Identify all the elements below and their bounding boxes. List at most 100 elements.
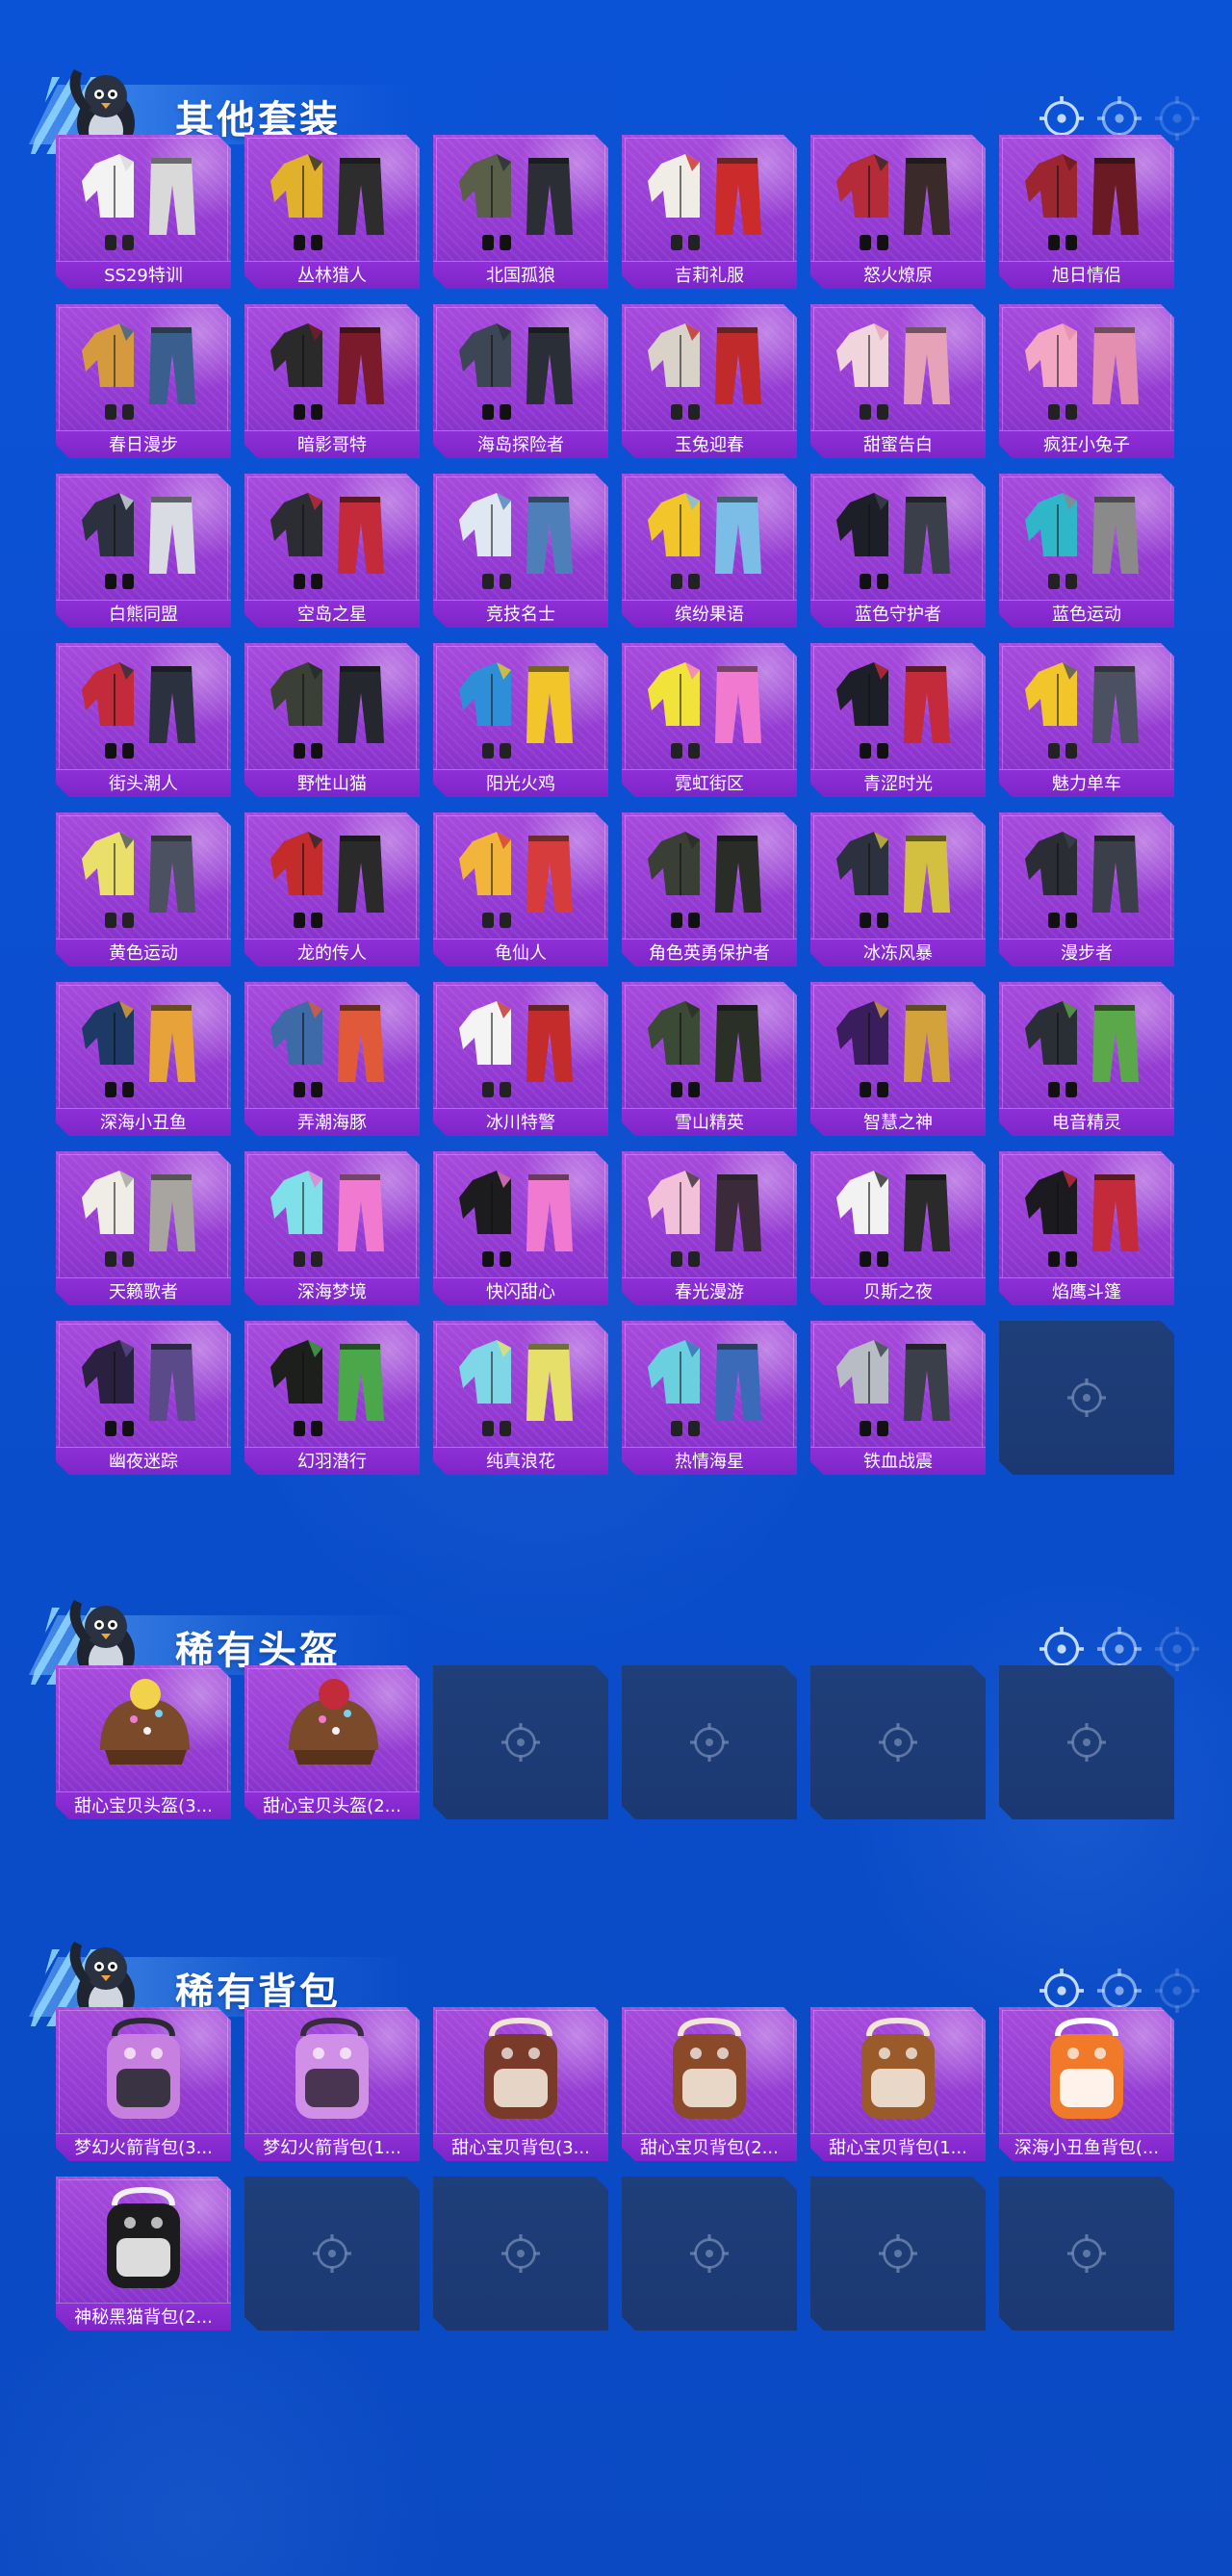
item-name: 幻羽潜行 [244, 1447, 420, 1475]
outfit-image [642, 142, 777, 256]
item-name: 春光漫游 [622, 1277, 797, 1305]
item-card[interactable]: 甜心宝贝头盔(2... [244, 1665, 420, 1819]
item-name: 甜心宝贝背包(2... [622, 2133, 797, 2161]
item-card[interactable]: 雪山精英 [622, 982, 797, 1136]
item-card[interactable]: 青涩时光 [810, 643, 986, 797]
item-card[interactable]: 竞技名士 [433, 474, 608, 628]
item-card[interactable]: 魅力单车 [999, 643, 1174, 797]
section-header: 稀有背包 [0, 1872, 1232, 2039]
item-card[interactable]: 甜心宝贝背包(2... [622, 2007, 797, 2161]
item-card[interactable]: 甜心宝贝头盔(3... [56, 1665, 231, 1819]
outfit-image [453, 1159, 588, 1273]
item-card[interactable]: 甜蜜告白 [810, 304, 986, 458]
item-card[interactable]: 霓虹街区 [622, 643, 797, 797]
item-card[interactable]: 蓝色守护者 [810, 474, 986, 628]
item-name: 神秘黑猫背包(2... [56, 2303, 231, 2331]
item-card[interactable]: 角色英勇保护者 [622, 812, 797, 966]
item-name: 缤纷果语 [622, 600, 797, 628]
item-card[interactable]: 海岛探险者 [433, 304, 608, 458]
item-card[interactable]: 神秘黑猫背包(2... [56, 2177, 231, 2331]
item-card[interactable]: 梦幻火箭背包(1... [244, 2007, 420, 2161]
item-name: 玉兔迎春 [622, 430, 797, 458]
outfit-image [76, 820, 211, 934]
item-card[interactable]: 甜心宝贝背包(1... [810, 2007, 986, 2161]
outfit-image [453, 1328, 588, 1442]
item-card[interactable]: 幻羽潜行 [244, 1321, 420, 1475]
item-card[interactable]: 冰冻风暴 [810, 812, 986, 966]
outfit-image [453, 990, 588, 1103]
item-name: 纯真浪花 [433, 1447, 608, 1475]
item-card[interactable]: 黄色运动 [56, 812, 231, 966]
item-name: 甜心宝贝背包(3... [433, 2133, 608, 2161]
outfit-image [76, 481, 211, 595]
item-card[interactable]: 北国孤狼 [433, 135, 608, 289]
item-name: 弄潮海豚 [244, 1108, 420, 1136]
outfit-image [831, 481, 965, 595]
item-card[interactable]: 弄潮海豚 [244, 982, 420, 1136]
item-card[interactable]: 龟仙人 [433, 812, 608, 966]
item-card[interactable]: 深海梦境 [244, 1151, 420, 1305]
empty-slot [810, 2177, 986, 2331]
item-card[interactable]: 蓝色运动 [999, 474, 1174, 628]
item-card[interactable]: 天籁歌者 [56, 1151, 231, 1305]
item-card[interactable]: 冰川特警 [433, 982, 608, 1136]
item-card[interactable]: 怒火燎原 [810, 135, 986, 289]
item-card[interactable]: 旭日情侣 [999, 135, 1174, 289]
outfit-image [265, 1159, 399, 1273]
item-card[interactable]: 深海小丑鱼 [56, 982, 231, 1136]
item-card[interactable]: 玉兔迎春 [622, 304, 797, 458]
item-card[interactable]: 丛林猎人 [244, 135, 420, 289]
item-name: 电音精灵 [999, 1108, 1174, 1136]
item-card[interactable]: 深海小丑鱼背包(... [999, 2007, 1174, 2161]
item-name: 蓝色守护者 [810, 600, 986, 628]
pager-dots [1040, 1969, 1213, 2013]
item-name: 智慧之神 [810, 1108, 986, 1136]
item-card[interactable]: 梦幻火箭背包(3... [56, 2007, 231, 2161]
outfit-image [642, 1328, 777, 1442]
item-card[interactable]: 春光漫游 [622, 1151, 797, 1305]
item-card[interactable]: 阳光火鸡 [433, 643, 608, 797]
outfit-image [831, 651, 965, 764]
item-card[interactable]: 龙的传人 [244, 812, 420, 966]
item-name: 暗影哥特 [244, 430, 420, 458]
item-card[interactable]: 纯真浪花 [433, 1321, 608, 1475]
backpack-image [642, 2015, 777, 2128]
item-card[interactable]: 快闪甜心 [433, 1151, 608, 1305]
item-card[interactable]: 甜心宝贝背包(3... [433, 2007, 608, 2161]
outfit-image [76, 1159, 211, 1273]
item-card[interactable]: 电音精灵 [999, 982, 1174, 1136]
item-name: 空岛之星 [244, 600, 420, 628]
item-card[interactable]: 热情海星 [622, 1321, 797, 1475]
section-2: 稀有头盔 甜心宝贝头盔(3... 甜心宝贝头盔(2... [0, 1531, 1232, 1819]
item-name: 漫步者 [999, 939, 1174, 966]
item-card[interactable]: 春日漫步 [56, 304, 231, 458]
item-card[interactable]: SS29特训 [56, 135, 231, 289]
outfit-image [642, 820, 777, 934]
item-card[interactable]: 焰鹰斗篷 [999, 1151, 1174, 1305]
item-name: 街头潮人 [56, 769, 231, 797]
item-name: 北国孤狼 [433, 261, 608, 289]
item-card[interactable]: 暗影哥特 [244, 304, 420, 458]
crosshair-icon [1155, 1627, 1199, 1671]
crosshair-icon [690, 1723, 729, 1762]
item-card[interactable]: 缤纷果语 [622, 474, 797, 628]
item-card[interactable]: 疯狂小兔子 [999, 304, 1174, 458]
item-card[interactable]: 漫步者 [999, 812, 1174, 966]
outfit-image [76, 142, 211, 256]
item-name: 白熊同盟 [56, 600, 231, 628]
item-card[interactable]: 空岛之星 [244, 474, 420, 628]
item-card[interactable]: 贝斯之夜 [810, 1151, 986, 1305]
item-card[interactable]: 吉莉礼服 [622, 135, 797, 289]
outfit-image [76, 990, 211, 1103]
item-card[interactable]: 野性山猫 [244, 643, 420, 797]
empty-slot [999, 2177, 1174, 2331]
item-card[interactable]: 街头潮人 [56, 643, 231, 797]
helmet-image [76, 1673, 211, 1787]
item-card[interactable]: 铁血战震 [810, 1321, 986, 1475]
item-card[interactable]: 幽夜迷踪 [56, 1321, 231, 1475]
item-card[interactable]: 白熊同盟 [56, 474, 231, 628]
helmet-image [265, 1673, 399, 1787]
item-name: 龟仙人 [433, 939, 608, 966]
item-card[interactable]: 智慧之神 [810, 982, 986, 1136]
item-name: 竞技名士 [433, 600, 608, 628]
